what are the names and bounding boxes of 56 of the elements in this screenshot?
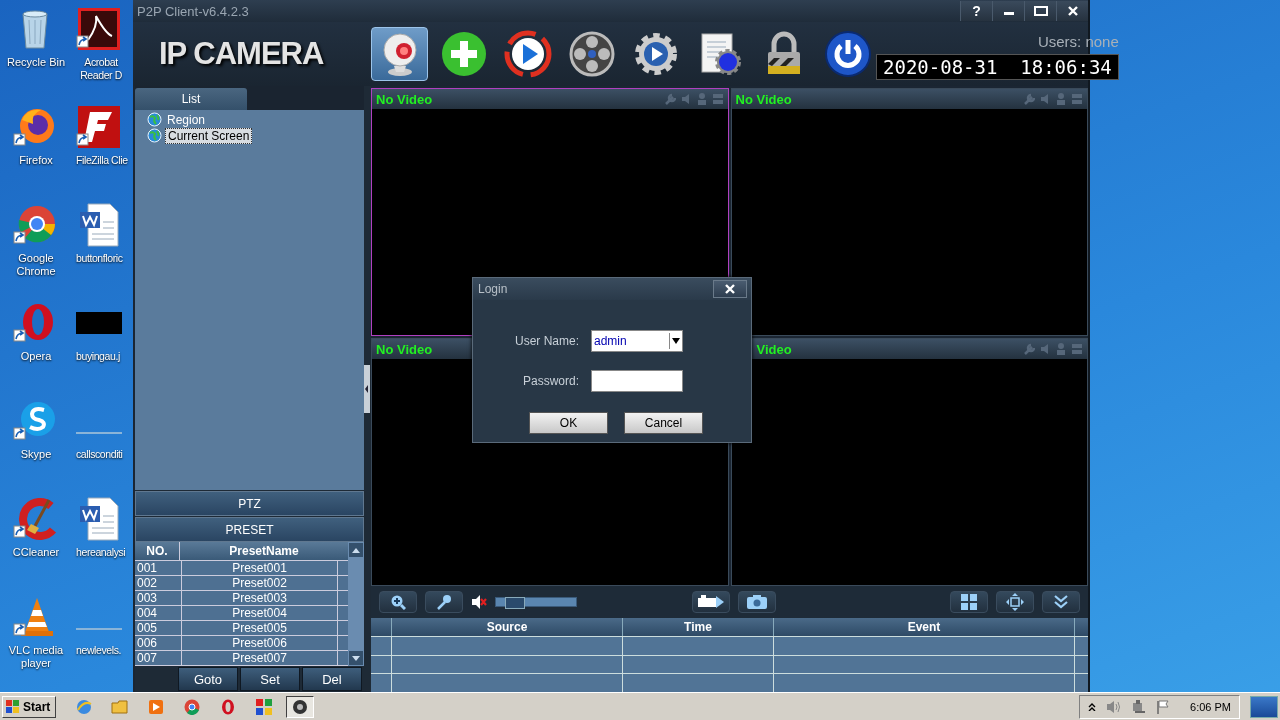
date-time-display: 2020-08-31 18:06:34 (876, 53, 1119, 80)
icon-label[interactable]: callsconditi (76, 448, 123, 461)
column-header: Event (773, 618, 1074, 636)
preset-button[interactable]: Goto (178, 667, 238, 691)
table-cell: 001 (135, 561, 182, 575)
window-title: P2P Client-v6.4.2.3 (137, 3, 250, 19)
icon-label[interactable]: buyingau.j (76, 350, 120, 363)
tree-item[interactable]: Region (165, 112, 208, 127)
list-tab[interactable]: List (135, 88, 247, 110)
table-cell: 006 (135, 636, 182, 650)
app-logo: IP CAMERA (158, 36, 325, 72)
video-status: No Video (735, 91, 793, 107)
dialog-button[interactable]: OK (529, 412, 608, 434)
column-header: NO. (135, 542, 180, 560)
table-cell: Preset002 (182, 576, 338, 590)
icon-label[interactable]: Recycle Bin (6, 56, 66, 69)
icon-label[interactable]: Google Chrome (1, 252, 71, 278)
dialog-button[interactable]: Cancel (624, 412, 703, 434)
column-header: Source (391, 618, 622, 636)
icon-label[interactable]: newlevels. (76, 644, 122, 657)
ptz-section-header[interactable]: PTZ (135, 491, 364, 516)
table-cell: 003 (135, 591, 182, 605)
table-cell: Preset005 (182, 621, 338, 635)
help-button[interactable]: ? (960, 1, 992, 21)
table-cell: 005 (135, 621, 182, 635)
icon-label[interactable]: VLC media player (1, 644, 71, 670)
icon-label[interactable]: hereanalysi (76, 546, 126, 559)
start-button[interactable]: Start (2, 695, 56, 718)
preset-button[interactable]: Del (302, 667, 362, 691)
icon-label[interactable]: CCleaner (12, 546, 60, 559)
table-cell: 002 (135, 576, 182, 590)
icon-label[interactable]: Skype (20, 448, 52, 461)
icon-label[interactable]: Acrobat Reader D (76, 56, 126, 82)
dialog-title: Login (478, 282, 509, 296)
clock: 6:06 PM (1190, 700, 1231, 713)
table-cell: Preset004 (182, 606, 338, 620)
table-cell: 004 (135, 606, 182, 620)
video-status: No Video (376, 341, 434, 357)
table-cell: Preset001 (182, 561, 338, 575)
column-header: Time (622, 618, 773, 636)
tree-item[interactable]: Current Screen (165, 127, 253, 144)
icon-label[interactable]: Opera (20, 350, 52, 363)
table-cell: 007 (135, 651, 182, 665)
video-status: Video (755, 341, 793, 357)
video-status: No Video (376, 91, 434, 107)
icon-label[interactable]: buttonfloric (76, 252, 123, 265)
user-name-dropdown[interactable]: admin (591, 330, 683, 352)
icon-label[interactable]: Firefox (19, 154, 53, 167)
preset-button[interactable]: Set (240, 667, 300, 691)
preset-section-header[interactable]: PRESET (135, 517, 364, 542)
table-cell: Preset007 (182, 651, 338, 665)
field-label: Password: (521, 374, 579, 388)
table-cell: Preset006 (182, 636, 338, 650)
column-header: PresetName (228, 543, 300, 560)
table-cell: Preset003 (182, 591, 338, 605)
icon-label[interactable]: FileZilla Clie (76, 154, 128, 167)
